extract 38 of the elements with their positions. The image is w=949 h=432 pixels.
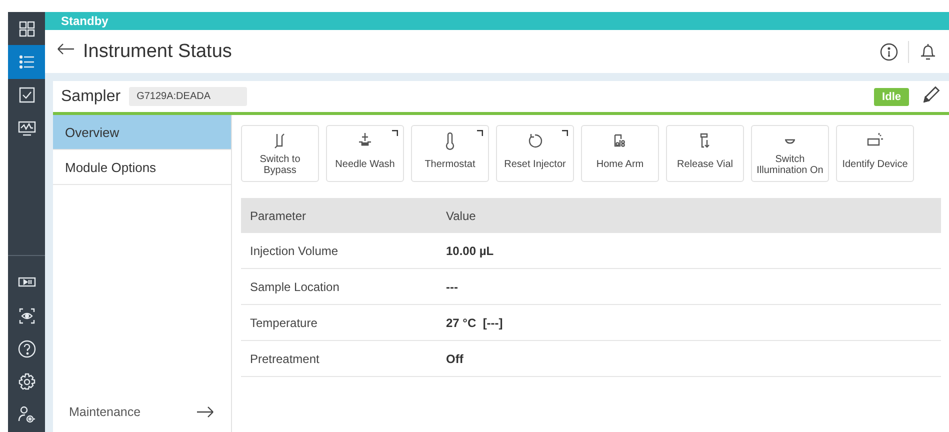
notification-bell-icon [919, 42, 937, 60]
action-button[interactable]: Thermostat [411, 125, 489, 182]
status-bar: Standby [45, 12, 949, 30]
action-button[interactable]: Home Arm [581, 125, 659, 182]
pencil-icon [921, 85, 941, 105]
list-icon [18, 52, 36, 71]
table-cell: Temperature [241, 304, 437, 340]
module-id: G7129A:DEADA [128, 87, 247, 106]
table-cell: Pretreatment [241, 340, 437, 376]
column-header: Parameter [241, 198, 437, 233]
page-title: Instrument Status [83, 40, 233, 62]
sidebar-item[interactable] [8, 45, 45, 78]
checklist-icon [18, 86, 36, 104]
grid-icon [18, 20, 36, 38]
action-button[interactable]: Identify Device [836, 125, 914, 182]
settings-icon [18, 373, 36, 392]
action-button[interactable]: Release Vial [666, 125, 744, 182]
rotate-icon [526, 132, 544, 150]
table-cell: 27 °C [---] [437, 304, 941, 340]
lamp-icon [785, 139, 795, 144]
table-cell: Off [437, 340, 941, 376]
action-button[interactable]: Switch Illumination On [751, 125, 829, 182]
table-cell: Injection Volume [241, 233, 437, 268]
focus-icon [18, 306, 36, 325]
help-icon [18, 340, 36, 358]
info-icon [880, 42, 898, 60]
module-name: Sampler [61, 88, 121, 106]
action-button[interactable]: Switch to Bypass [241, 125, 319, 182]
action-button[interactable]: Reset Injector [496, 125, 574, 182]
maintenance-link[interactable]: Maintenance [69, 405, 141, 419]
action-button[interactable]: Needle Wash [326, 125, 404, 182]
table-cell: --- [437, 268, 941, 304]
monitor-icon [18, 119, 36, 138]
table-cell: Sample Location [241, 268, 437, 304]
table-cell: 10.00 µL [437, 233, 941, 268]
nav-tab[interactable]: Overview [53, 115, 231, 150]
column-header: Value [437, 198, 941, 233]
status-badge: Idle [874, 88, 909, 106]
